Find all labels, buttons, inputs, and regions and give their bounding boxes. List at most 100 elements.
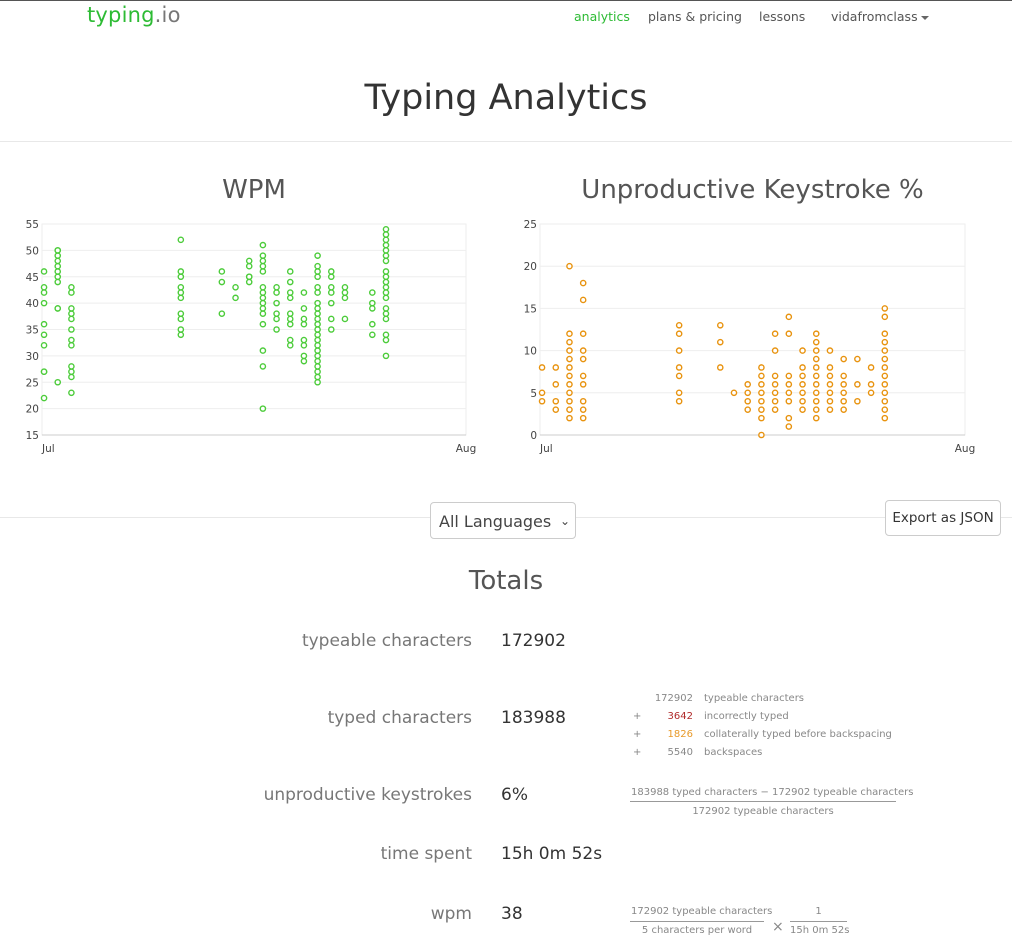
data-point [758, 397, 765, 405]
data-point [382, 231, 390, 238]
data-point [68, 368, 75, 376]
data-point [566, 364, 573, 371]
fraction-line [790, 921, 847, 922]
data-point [812, 372, 820, 380]
data-point [177, 283, 185, 291]
data-point [716, 338, 724, 346]
data-point [273, 289, 280, 296]
data-point [675, 397, 683, 405]
language-select[interactable]: All Languages ⌄ [430, 502, 576, 539]
data-point [799, 389, 806, 397]
data-point [812, 381, 820, 388]
data-point [369, 289, 376, 296]
data-point [327, 289, 335, 296]
data-point [382, 247, 390, 254]
totals-title: Totals [468, 566, 544, 596]
data-point [744, 406, 752, 413]
row-label-typed: typed characters [327, 708, 472, 728]
data-point [300, 305, 308, 312]
data-point [218, 278, 226, 286]
data-point [177, 310, 185, 317]
data-point [259, 252, 267, 259]
fraction-line [630, 921, 764, 922]
data-point [314, 378, 321, 386]
data-point [758, 372, 765, 380]
data-point [40, 331, 48, 339]
data-point [799, 347, 806, 354]
export-json-button[interactable]: Export as JSON [885, 500, 1001, 536]
chevron-down-icon: ⌄ [560, 514, 571, 528]
data-point [314, 299, 321, 307]
data-point [881, 338, 889, 346]
data-point [826, 364, 834, 371]
data-point [566, 372, 573, 380]
data-point [382, 241, 390, 249]
data-point [286, 320, 294, 328]
charts-canvas: 15 20 25 30 35 40 45 50 55 Jul Aug 0 5 10 15 20 25 Jul Aug [26, 219, 976, 455]
data-point [716, 364, 724, 371]
data-point [881, 313, 889, 321]
data-point [314, 315, 321, 323]
data-point [799, 372, 806, 380]
data-point [881, 305, 889, 312]
data-point [730, 389, 738, 397]
data-point [881, 397, 889, 405]
data-point [259, 305, 267, 312]
data-point [259, 299, 267, 307]
data-point [327, 299, 335, 307]
data-point [799, 406, 806, 413]
data-point [341, 294, 349, 302]
data-point [382, 289, 390, 296]
data-point [314, 326, 321, 333]
y-tick-label: 55 [26, 219, 39, 231]
data-point [40, 299, 48, 307]
data-point [785, 423, 793, 430]
data-point [314, 283, 321, 291]
y-tick-label: 50 [26, 245, 39, 257]
breakdown-num: 172902 [654, 693, 693, 704]
data-point [881, 330, 889, 338]
y-tick-label: 35 [26, 325, 39, 337]
data-point [314, 252, 321, 259]
data-point [579, 347, 587, 354]
x-tick-label: Aug [456, 443, 477, 455]
data-point [812, 397, 820, 405]
y-tick-label: 25 [524, 219, 537, 231]
data-point [273, 299, 280, 307]
data-point [826, 381, 834, 388]
data-point [259, 289, 267, 296]
data-point [826, 347, 834, 354]
data-point [758, 414, 765, 422]
data-point [341, 289, 349, 296]
data-point [54, 257, 62, 265]
data-point [881, 381, 889, 388]
data-point [579, 279, 587, 287]
breakdown-num: 1826 [667, 729, 693, 740]
data-point [840, 355, 847, 363]
data-point [259, 310, 267, 317]
data-point [744, 397, 752, 405]
data-point [68, 389, 75, 397]
x-tick-label: Aug [955, 443, 976, 455]
data-point [286, 294, 294, 302]
data-point [40, 342, 48, 349]
data-point [68, 373, 75, 381]
data-point [785, 381, 793, 388]
data-point [758, 431, 765, 439]
data-point [54, 262, 62, 270]
data-point [286, 278, 294, 286]
data-point [327, 326, 335, 333]
data-point [579, 397, 587, 405]
data-point [54, 273, 62, 281]
wpm-formula-num1: 172902 typeable characters [631, 906, 773, 917]
data-point [68, 289, 75, 296]
data-point [259, 294, 267, 302]
data-point [286, 289, 294, 296]
y-tick-label: 15 [524, 303, 537, 315]
data-point [812, 389, 820, 397]
data-point [675, 364, 683, 371]
breakdown-num: 3642 [667, 711, 693, 722]
language-select-value: All Languages [439, 512, 552, 531]
data-point [273, 310, 280, 317]
data-point [68, 326, 75, 333]
